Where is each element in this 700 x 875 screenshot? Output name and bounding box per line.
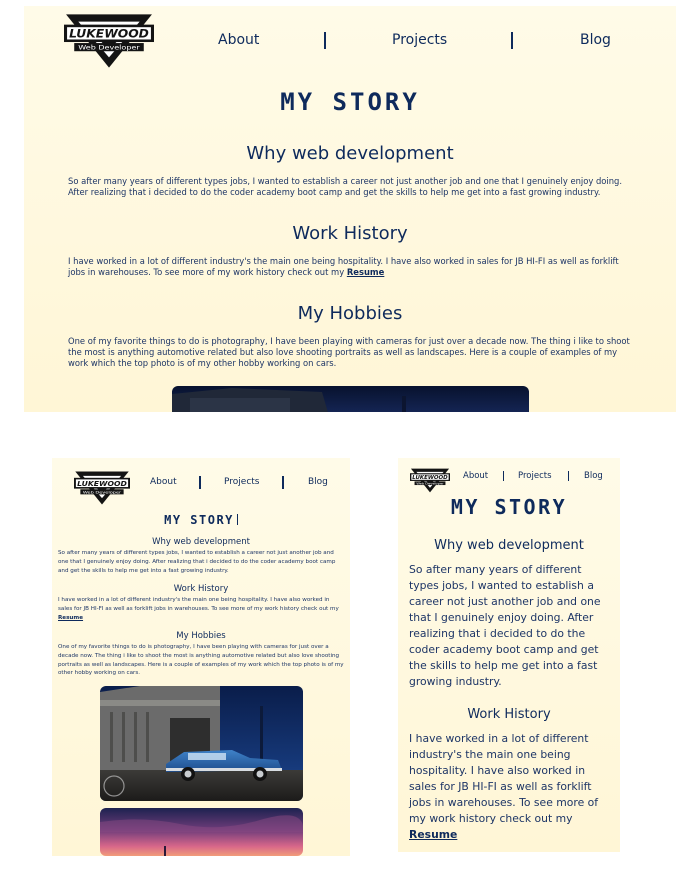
logo-icon[interactable] — [74, 470, 130, 506]
nav-separator — [503, 471, 505, 481]
resume-link[interactable]: Resume — [347, 267, 384, 277]
nav-blog-link[interactable]: Blog — [584, 471, 603, 481]
page-title: MY STORY — [52, 513, 350, 527]
section-heading-why: Why web development — [434, 538, 584, 553]
car-photo — [100, 686, 303, 801]
text-cursor — [236, 514, 238, 525]
night-photo — [172, 386, 529, 412]
resume-link[interactable]: Resume — [58, 615, 83, 621]
nav-about-link[interactable]: About — [463, 471, 488, 481]
nav-separator — [282, 476, 284, 489]
logo-icon[interactable] — [64, 12, 154, 70]
nav-projects-link[interactable]: Projects — [392, 32, 447, 48]
section-text-work: I have worked in a lot of different indu… — [68, 256, 638, 278]
section-text-why: So after many years of different types j… — [68, 176, 623, 197]
nav-blog-link[interactable]: Blog — [580, 32, 611, 48]
nav-separator — [324, 32, 326, 49]
section-heading-work: Work History — [173, 584, 229, 594]
logo-icon[interactable] — [410, 467, 450, 494]
nav-about-link[interactable]: About — [218, 32, 259, 48]
section-text-hobbies: One of my favorite things to do is photo… — [58, 644, 344, 677]
desktop-view: About Projects Blog MY STORY Why web dev… — [24, 6, 676, 412]
nav-projects-link[interactable]: Projects — [518, 471, 552, 481]
sunset-photo — [100, 808, 303, 856]
section-heading-work: Work History — [467, 707, 551, 722]
mobile-view: About Projects Blog MY STORY Why web dev… — [398, 458, 620, 852]
section-text-why: So after many years of different types j… — [58, 550, 336, 574]
tablet-view: About Projects Blog MY STORY Why web dev… — [52, 458, 350, 856]
nav-separator — [199, 476, 201, 489]
section-text-why: So after many years of different types j… — [409, 563, 601, 688]
nav-separator — [511, 32, 513, 49]
section-heading-hobbies: My Hobbies — [297, 303, 403, 324]
resume-link[interactable]: Resume — [409, 828, 457, 841]
section-heading-why: Why web development — [152, 537, 250, 547]
nav-about-link[interactable]: About — [150, 477, 177, 487]
nav-projects-link[interactable]: Projects — [224, 477, 259, 487]
section-heading-why: Why web development — [246, 143, 454, 164]
section-text-work-body: I have worked in a lot of different indu… — [68, 256, 619, 277]
section-heading-work: Work History — [292, 223, 408, 244]
section-text-work-body: I have worked in a lot of different indu… — [58, 597, 339, 612]
page-title: MY STORY — [450, 495, 568, 519]
page-title: MY STORY — [280, 88, 420, 116]
section-text-work: I have worked in a lot of different indu… — [409, 731, 613, 843]
section-text-work: I have worked in a lot of different indu… — [58, 596, 344, 622]
section-text-work-body: I have worked in a lot of different indu… — [409, 732, 599, 825]
page-title-text: MY STORY — [164, 513, 234, 527]
nav-separator — [568, 471, 570, 481]
section-heading-hobbies: My Hobbies — [176, 631, 226, 641]
nav-blog-link[interactable]: Blog — [308, 477, 328, 487]
section-text-hobbies: One of my favorite things to do is photo… — [68, 336, 630, 368]
